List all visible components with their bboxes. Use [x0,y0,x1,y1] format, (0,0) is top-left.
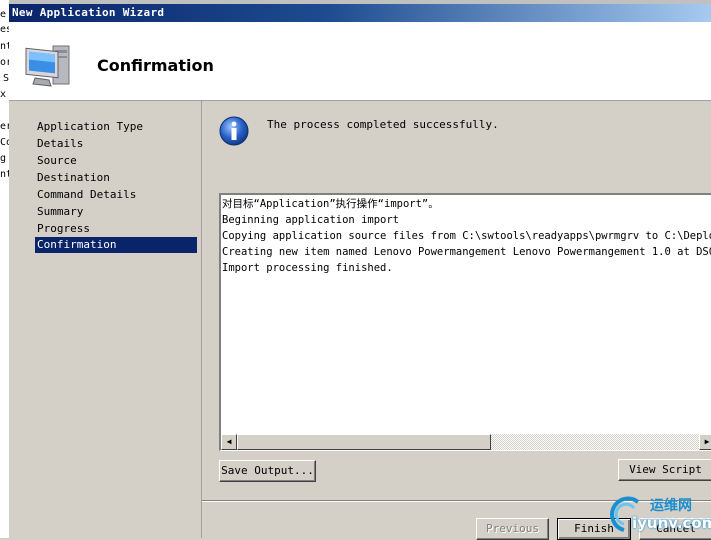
scroll-left-arrow-icon[interactable]: ◀ [221,434,237,450]
log-line: Creating new item named Lenovo Powermang… [222,246,711,258]
status-message: The process completed successfully. [267,118,499,131]
computer-monitor-icon [25,45,70,87]
log-line: Copying application source files from C:… [222,230,711,242]
watermark-url: iyunv.com [632,514,711,532]
scroll-right-arrow-icon[interactable]: ▶ [699,434,711,450]
title-bar[interactable]: New Application Wizard [9,4,711,22]
save-output-button[interactable]: Save Output... [219,460,316,482]
wizard-steps-nav: Application Type Details Source Destinat… [9,101,202,538]
output-log[interactable]: 对目标“Application”执行操作“import”。 Beginning … [219,193,711,451]
view-script-button[interactable]: View Script [618,459,711,481]
page-title: Confirmation [97,56,214,75]
window-title: New Application Wizard [12,6,165,19]
nav-item-progress[interactable]: Progress [35,221,197,237]
nav-item-details[interactable]: Details [35,136,197,152]
watermark-text: 运维网 [650,498,692,514]
bg-fragment: e [0,9,7,20]
log-line: 对目标“Application”执行操作“import”。 [222,198,439,210]
info-icon [219,116,249,146]
nav-item-source[interactable]: Source [35,153,197,169]
nav-item-command-details[interactable]: Command Details [35,187,197,203]
bg-fragment: x [0,89,7,100]
nav-item-application-type[interactable]: Application Type [35,119,197,135]
log-line: Beginning application import [222,214,400,226]
horizontal-scrollbar[interactable]: ◀ ▶ [221,434,711,450]
log-line: Import processing finished. [222,262,393,274]
wizard-header: Confirmation [9,22,711,101]
previous-button[interactable]: Previous [476,518,549,540]
scrollbar-thumb[interactable] [237,434,491,450]
nav-item-confirmation[interactable]: Confirmation [35,237,197,253]
nav-item-summary[interactable]: Summary [35,204,197,220]
wizard-content: The process completed successfully. 对目标“… [202,101,711,540]
nav-item-destination[interactable]: Destination [35,170,197,186]
bg-fragment: g [0,153,7,164]
